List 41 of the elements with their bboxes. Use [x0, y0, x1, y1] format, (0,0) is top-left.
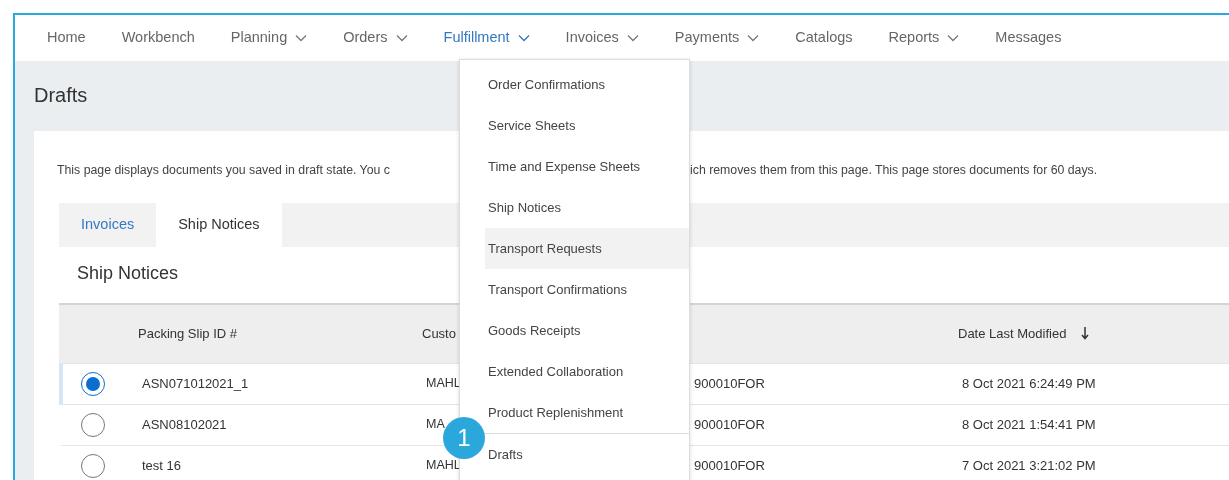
radio-button[interactable]: [81, 371, 105, 396]
table-cell-text: MAHL: [425, 457, 462, 475]
tab[interactable]: Ship Notices: [156, 203, 282, 247]
description-text: ich removes them from this page. This page stores documents for 60 days.: [690, 162, 1098, 179]
nav-link[interactable]: Workbench: [121, 27, 195, 49]
table-cell-text: 7 Oct 2021 3:21:02 PM: [961, 456, 1097, 475]
description-text: This page displays documents you saved in draft state. You c: [57, 162, 391, 179]
menu-item[interactable]: Goods Receipts: [485, 310, 689, 351]
radio-button[interactable]: [81, 453, 105, 478]
menu-item[interactable]: Time and Expense Sheets: [485, 146, 689, 187]
column-header: Date Last Modified: [941, 323, 1229, 344]
menu-item[interactable]: Ship Notices: [485, 187, 689, 228]
nav-link[interactable]: Invoices: [565, 27, 639, 49]
radio-button[interactable]: [81, 412, 105, 437]
table-cell-text: MA: [425, 416, 446, 434]
table-cell-text: ASN071012021_1: [141, 374, 250, 393]
table-cell-text: 900010FOR: [694, 374, 766, 393]
sort-arrow-icon[interactable]: [1080, 325, 1091, 340]
menu-item[interactable]: Transport Confirmations: [485, 269, 689, 310]
table-cell-text: 900010FOR: [694, 456, 766, 475]
menu-item[interactable]: Order Confirmations: [485, 64, 689, 105]
table-cell-text: 8 Oct 2021 6:24:49 PM: [961, 374, 1097, 393]
menu-item[interactable]: Transport Requests: [485, 228, 689, 269]
column-header: Custo: [421, 324, 457, 343]
column-header: Packing Slip ID #: [137, 324, 238, 343]
table-cell-text: 900010FOR: [694, 415, 766, 434]
nav-link[interactable]: Messages: [995, 27, 1062, 49]
nav-link[interactable]: Reports: [888, 27, 960, 49]
table-cell-text: 8 Oct 2021 1:54:41 PM: [961, 415, 1097, 434]
table-cell-text: test 16: [141, 456, 183, 475]
nav-link[interactable]: Payments: [674, 27, 760, 49]
table-cell-text: MAHL: [425, 375, 462, 393]
page-title: Drafts: [34, 83, 88, 107]
table-cell-text: ASN08102021: [141, 415, 228, 434]
nav-link[interactable]: Orders: [343, 27, 408, 49]
nav-link[interactable]: Catalogs: [795, 27, 853, 49]
nav-link[interactable]: Fulfillment: [443, 27, 530, 49]
menu-item[interactable]: Service Sheets: [485, 105, 689, 146]
nav-link[interactable]: Planning: [230, 27, 308, 49]
nav-link[interactable]: Home: [47, 27, 86, 49]
section-title: Ship Notices: [77, 263, 179, 285]
